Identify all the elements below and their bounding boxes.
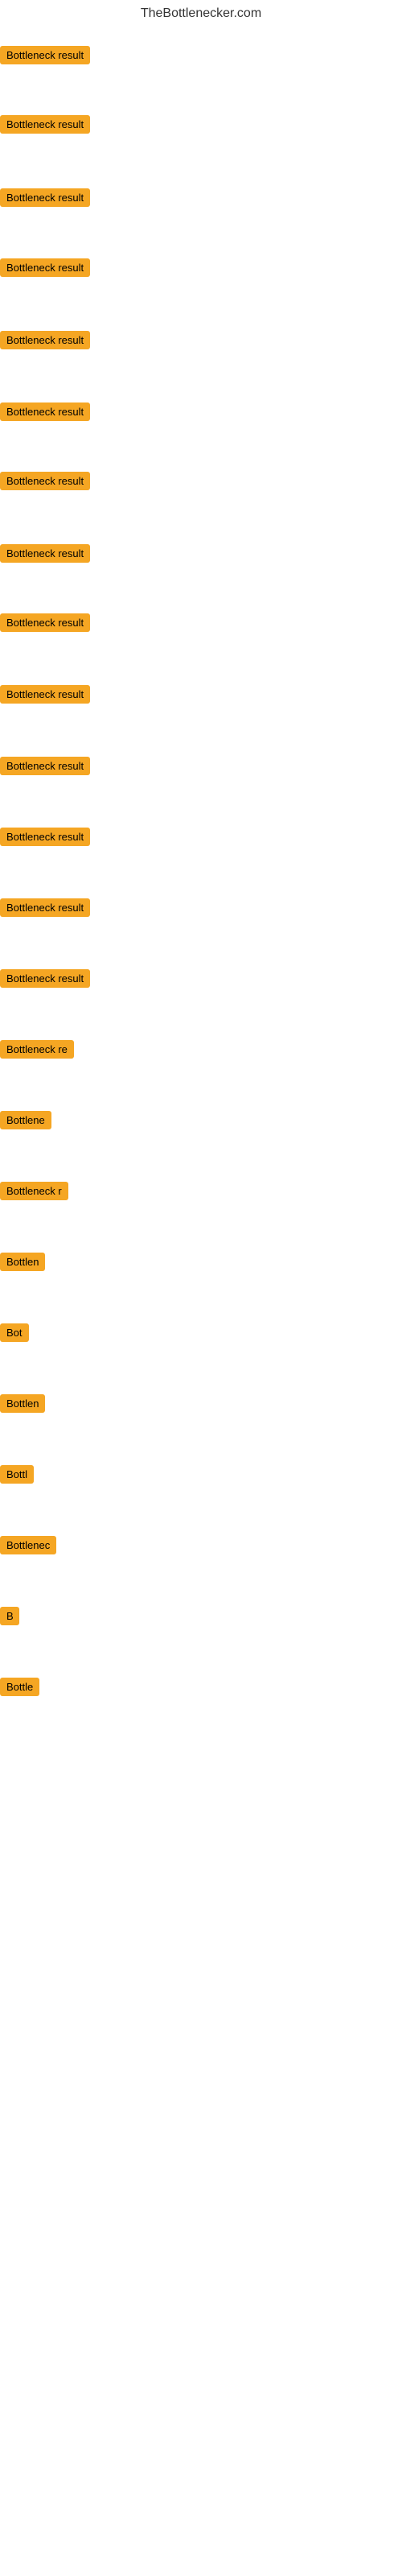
- bottleneck-badge[interactable]: Bottleneck result: [0, 969, 90, 988]
- bottleneck-result-row: Bottleneck result: [0, 188, 90, 211]
- bottleneck-result-row: Bottleneck result: [0, 258, 90, 281]
- bottleneck-badge[interactable]: Bottleneck r: [0, 1182, 68, 1200]
- bottleneck-result-row: Bottleneck result: [0, 115, 90, 138]
- bottleneck-badge[interactable]: Bottleneck result: [0, 757, 90, 775]
- bottleneck-badge[interactable]: Bottlen: [0, 1394, 45, 1413]
- bottleneck-badge[interactable]: Bottleneck result: [0, 46, 90, 64]
- bottleneck-result-row: Bottleneck result: [0, 544, 90, 567]
- bottleneck-badge[interactable]: Bottlen: [0, 1253, 45, 1271]
- bottleneck-badge[interactable]: Bottleneck result: [0, 544, 90, 563]
- bottleneck-badge[interactable]: Bottleneck result: [0, 331, 90, 349]
- bottleneck-result-row: Bottlen: [0, 1253, 45, 1275]
- bottleneck-result-row: Bottlen: [0, 1394, 45, 1417]
- bottleneck-result-row: Bottleneck result: [0, 898, 90, 921]
- bottleneck-badge[interactable]: Bottleneck result: [0, 685, 90, 704]
- bottleneck-result-row: Bottleneck r: [0, 1182, 68, 1204]
- bottleneck-badge[interactable]: Bottleneck result: [0, 828, 90, 846]
- bottleneck-badge[interactable]: Bottleneck result: [0, 188, 90, 207]
- bottleneck-result-row: Bottleneck result: [0, 331, 90, 353]
- bottleneck-result-row: Bottleneck result: [0, 402, 90, 425]
- bottleneck-badge[interactable]: Bottlene: [0, 1111, 51, 1129]
- bottleneck-badge[interactable]: Bottleneck result: [0, 115, 90, 134]
- bottleneck-result-row: Bottleneck result: [0, 828, 90, 850]
- bottleneck-result-row: Bottl: [0, 1465, 34, 1488]
- bottleneck-result-row: Bottleneck result: [0, 46, 90, 68]
- bottleneck-badge[interactable]: Bot: [0, 1323, 29, 1342]
- bottleneck-result-row: Bottle: [0, 1678, 39, 1700]
- bottleneck-result-row: Bot: [0, 1323, 29, 1346]
- bottleneck-result-row: B: [0, 1607, 19, 1629]
- bottleneck-result-row: Bottleneck re: [0, 1040, 74, 1063]
- bottleneck-result-row: Bottleneck result: [0, 969, 90, 992]
- bottleneck-result-row: Bottleneck result: [0, 472, 90, 494]
- bottleneck-result-row: Bottleneck result: [0, 685, 90, 708]
- bottleneck-badge[interactable]: Bottleneck result: [0, 613, 90, 632]
- bottleneck-badge[interactable]: Bottleneck re: [0, 1040, 74, 1059]
- bottleneck-result-row: Bottleneck result: [0, 757, 90, 779]
- bottleneck-badge[interactable]: B: [0, 1607, 19, 1625]
- bottleneck-badge[interactable]: Bottleneck result: [0, 898, 90, 917]
- bottleneck-result-row: Bottleneck result: [0, 613, 90, 636]
- site-title: TheBottlenecker.com: [0, 0, 402, 27]
- bottleneck-result-row: Bottlenec: [0, 1536, 56, 1558]
- bottleneck-result-row: Bottlene: [0, 1111, 51, 1133]
- bottleneck-badge[interactable]: Bottleneck result: [0, 258, 90, 277]
- bottleneck-badge[interactable]: Bottle: [0, 1678, 39, 1696]
- bottleneck-badge[interactable]: Bottleneck result: [0, 402, 90, 421]
- bottleneck-badge[interactable]: Bottl: [0, 1465, 34, 1484]
- bottleneck-badge[interactable]: Bottlenec: [0, 1536, 56, 1554]
- bottleneck-badge[interactable]: Bottleneck result: [0, 472, 90, 490]
